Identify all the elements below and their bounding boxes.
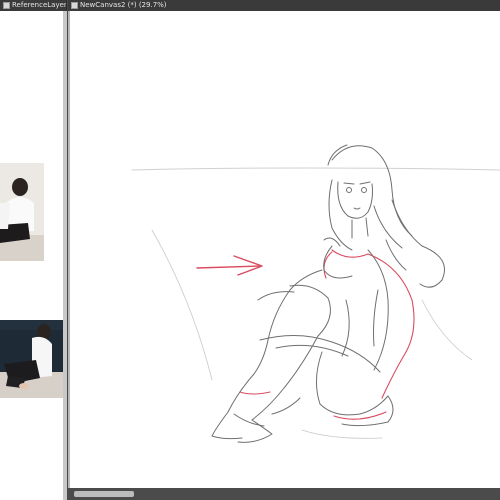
canvas-window-titlebar[interactable]: NewCanvas2 (*) (29.7%): [68, 0, 500, 11]
reference-window[interactable]: ReferenceLayer2 (*) (33.3%): [0, 0, 67, 500]
reference-window-title: ReferenceLayer2 (*) (33.3%): [12, 1, 66, 9]
reference-window-titlebar[interactable]: ReferenceLayer2 (*) (33.3%): [0, 0, 66, 11]
reference-photo-2-image: [0, 320, 64, 398]
arrow-right-icon: [196, 255, 263, 276]
canvas-window-title: NewCanvas2 (*) (29.7%): [80, 1, 167, 9]
scrollbar-thumb[interactable]: [74, 491, 134, 497]
sketch-face: [337, 181, 373, 239]
sketch-torso-red: [239, 249, 415, 420]
reference-photo-2: [0, 320, 64, 398]
canvas-horizontal-scrollbar[interactable]: [68, 488, 500, 500]
sketch-hair: [323, 144, 445, 288]
sketch-body: [211, 245, 394, 443]
reference-scrollbar[interactable]: [63, 11, 67, 500]
document-icon: [71, 2, 78, 9]
reference-photo-1-image: [0, 163, 44, 261]
reference-photo-1: [0, 163, 44, 261]
canvas-window[interactable]: NewCanvas2 (*) (29.7%): [68, 0, 500, 500]
document-icon: [3, 2, 10, 9]
drawing-canvas[interactable]: [68, 11, 500, 500]
reference-canvas[interactable]: [0, 11, 66, 500]
horizon-line: [131, 167, 500, 171]
sketch-drawing: [131, 144, 500, 443]
sketch-guides: [151, 229, 473, 439]
